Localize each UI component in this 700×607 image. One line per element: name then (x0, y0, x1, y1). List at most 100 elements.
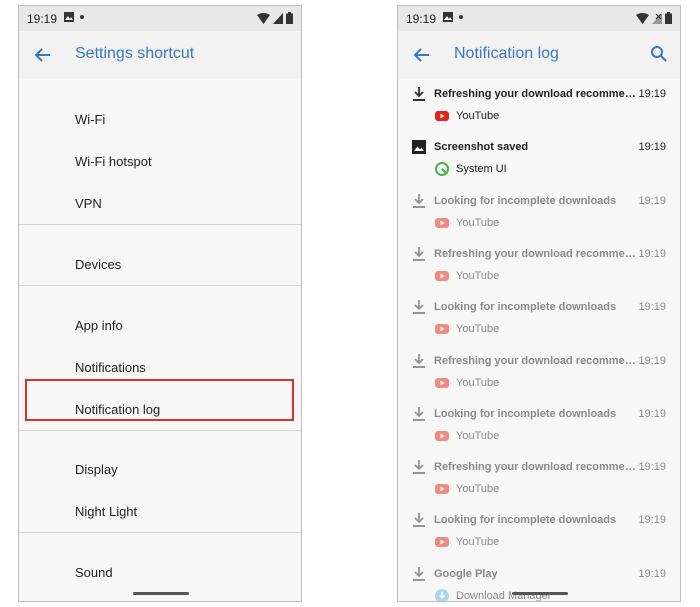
notification-log-screen: 19:19 Notification log Refreshing your d… (397, 5, 681, 602)
setting-item-label: Display (75, 462, 118, 477)
download-manager-icon (435, 588, 449, 601)
divider (19, 532, 301, 533)
image-icon (411, 139, 427, 155)
setting-item-devices[interactable]: Devices (19, 245, 301, 285)
notification-title: Looking for incomplete downloads (434, 514, 617, 527)
setting-item-wifi-hotspot[interactable]: Wi-Fi hotspot (19, 142, 301, 182)
nav-gesture-pill[interactable] (512, 592, 568, 595)
notification-title: Refreshing your download recommenda... (434, 354, 639, 367)
divider (19, 285, 301, 286)
battery-icon (665, 12, 672, 24)
notification-title: Refreshing your download recommenda... (434, 461, 639, 474)
youtube-icon (435, 429, 449, 443)
wifi-icon (636, 12, 649, 24)
notification-entry[interactable]: Screenshot saved 19:19 System UI (398, 135, 680, 188)
notification-title: Refreshing your download recommenda... (434, 88, 639, 100)
setting-item-label: Sound (75, 565, 113, 580)
notification-entry[interactable]: Looking for incomplete downloads 19:19 You… (398, 402, 680, 455)
battery-icon (286, 12, 293, 24)
notification-time: 19:19 (638, 461, 666, 474)
notification-app-name: YouTube (456, 110, 500, 122)
status-bar: 19:19 (19, 6, 301, 31)
notification-app-name: YouTube (456, 216, 500, 229)
setting-item-sound[interactable]: Sound (19, 553, 301, 593)
notification-time: 19:19 (638, 247, 666, 260)
settings-list: Wi-Fi Wi-Fi hotspot VPN Devices App info… (19, 79, 301, 601)
signal-off-icon (652, 12, 662, 24)
download-icon (411, 406, 427, 422)
setting-item-display[interactable]: Display (19, 450, 301, 490)
notification-app-name: YouTube (456, 536, 500, 549)
notification-entry[interactable]: Refreshing your download recommenda... 19… (398, 349, 680, 402)
youtube-icon (435, 216, 449, 230)
nav-gesture-pill[interactable] (133, 592, 189, 595)
notification-app-name: YouTube (456, 269, 500, 282)
system-ui-icon (435, 162, 449, 177)
notification-time: 19:19 (638, 407, 666, 420)
setting-item-night-light[interactable]: Night Light (19, 492, 301, 532)
notification-title: Looking for incomplete downloads (434, 407, 617, 420)
download-icon (411, 353, 427, 369)
youtube-icon (435, 109, 449, 123)
youtube-icon (435, 482, 449, 496)
notification-entry[interactable]: Google Play 19:19 Download Manager (398, 562, 680, 601)
setting-item-vpn[interactable]: VPN (19, 184, 301, 224)
notification-app-name: YouTube (456, 483, 500, 496)
notification-entry[interactable]: Refreshing your download recommenda... 19… (398, 82, 680, 135)
setting-item-app-info[interactable]: App info (19, 306, 301, 346)
notification-entry[interactable]: Looking for incomplete downloads 19:19 You… (398, 508, 680, 561)
notification-time: 19:19 (638, 354, 666, 367)
setting-item-label: App info (75, 318, 123, 333)
notification-title: Looking for incomplete downloads (434, 194, 617, 207)
notification-title: Looking for incomplete downloads (434, 301, 617, 314)
settings-shortcut-screen: 19:19 Settings shortcut Wi-Fi Wi-Fi hots… (18, 5, 302, 602)
notification-time: 19:19 (638, 141, 666, 154)
search-icon[interactable] (650, 45, 668, 63)
notification-time: 19:19 (638, 88, 666, 100)
setting-item-label: Devices (75, 257, 122, 272)
notification-title: Refreshing your download recommenda... (434, 247, 639, 260)
download-icon (411, 86, 427, 102)
download-icon (411, 459, 427, 475)
youtube-icon (435, 376, 449, 390)
divider (19, 224, 301, 225)
back-arrow-icon[interactable] (33, 45, 53, 65)
dot-icon (459, 15, 463, 19)
notification-entry[interactable]: Refreshing your download recommenda... 19… (398, 455, 680, 508)
notification-entry[interactable]: Refreshing your download recommenda... 19… (398, 242, 680, 295)
notification-time: 19:19 (638, 514, 666, 527)
setting-item-label: Notifications (75, 360, 146, 375)
youtube-icon (435, 535, 449, 549)
setting-item-label: Wi-Fi (75, 112, 106, 127)
setting-item-label: Wi-Fi hotspot (75, 154, 152, 169)
notification-app-name: System UI (456, 163, 507, 176)
download-icon (411, 193, 427, 209)
image-icon (443, 12, 453, 22)
divider (19, 430, 301, 431)
notification-time: 19:19 (638, 194, 666, 207)
notification-title: Google Play (434, 567, 498, 580)
status-time: 19:19 (27, 12, 58, 26)
image-icon (64, 12, 74, 22)
notification-title: Screenshot saved (434, 141, 529, 154)
setting-item-wifi[interactable]: Wi-Fi (19, 100, 301, 140)
highlight-box (25, 379, 294, 421)
back-arrow-icon[interactable] (412, 45, 432, 65)
notification-log-list: Refreshing your download recommenda... 19… (398, 79, 680, 601)
setting-item-label: VPN (75, 196, 102, 211)
page-title: Settings shortcut (75, 45, 195, 62)
notification-app-name: YouTube (456, 429, 500, 442)
signal-icon (273, 12, 283, 24)
notification-entry[interactable]: Looking for incomplete downloads 19:19 You… (398, 189, 680, 242)
download-icon (411, 512, 427, 528)
app-bar: Settings shortcut (19, 31, 301, 79)
youtube-icon (435, 322, 449, 336)
wifi-icon (257, 12, 270, 24)
status-bar: 19:19 (398, 6, 680, 31)
notification-time: 19:19 (638, 301, 666, 314)
setting-item-label: Night Light (75, 504, 138, 519)
youtube-icon (435, 269, 449, 283)
notification-time: 19:19 (638, 567, 666, 580)
dot-icon (80, 15, 84, 19)
notification-entry[interactable]: Looking for incomplete downloads 19:19 You… (398, 295, 680, 348)
